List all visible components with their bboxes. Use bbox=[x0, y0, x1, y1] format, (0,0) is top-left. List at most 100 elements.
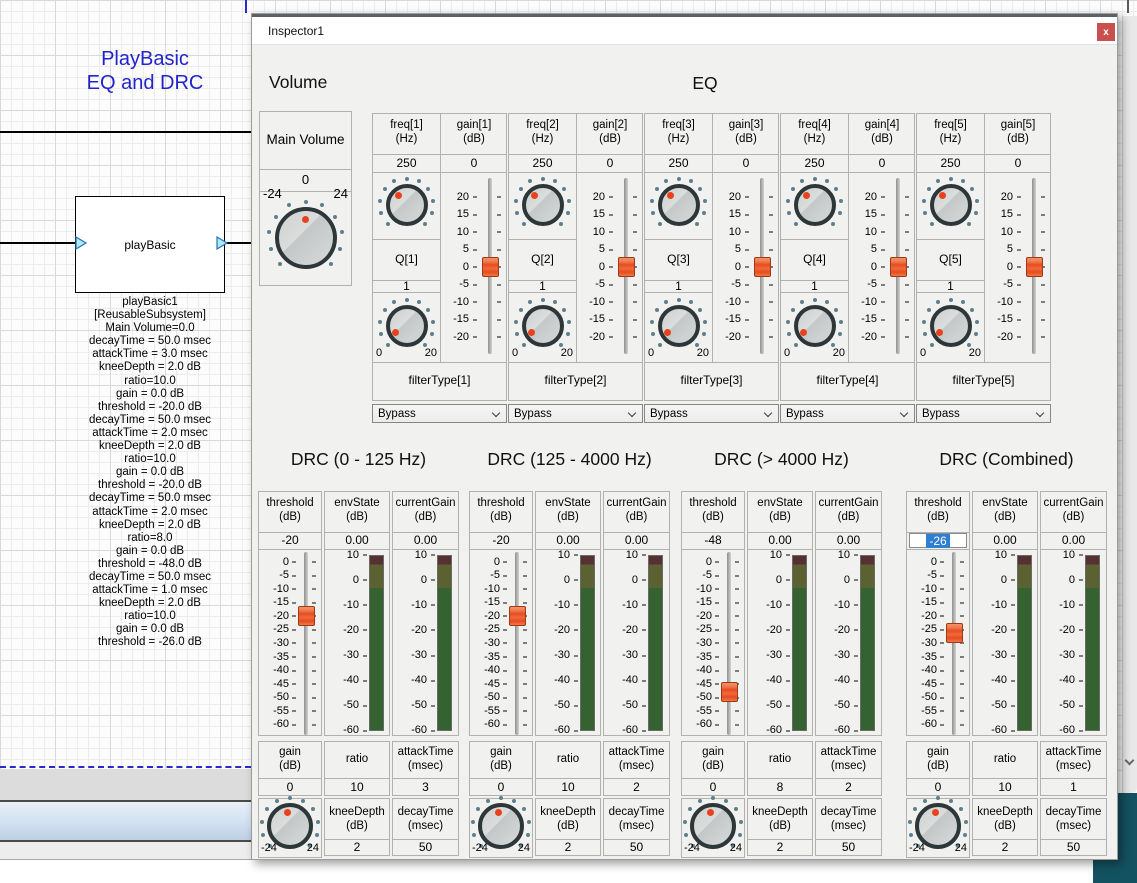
drc-decay-time-value[interactable]: 50 bbox=[604, 840, 669, 854]
main-volume-value[interactable]: 0 bbox=[260, 172, 351, 187]
eq-gain-label-line1: gain[4] bbox=[849, 119, 915, 133]
drc-threshold-slider-track[interactable] bbox=[727, 552, 731, 735]
knob-tick-dot bbox=[512, 799, 516, 803]
drc-knee-depth-value[interactable]: 2 bbox=[536, 840, 600, 854]
eq-gain-slider-scale-label: 20 bbox=[847, 191, 877, 204]
drc-currentGain-meter-tick bbox=[431, 629, 435, 631]
eq-freq-value[interactable]: 250 bbox=[509, 156, 576, 170]
eq-gain-slider-handle[interactable] bbox=[1026, 257, 1043, 277]
drc-envState-meter-bar bbox=[792, 555, 807, 731]
drc-attack-time-value[interactable]: 3 bbox=[393, 780, 458, 794]
filter-type-select[interactable]: Bypass bbox=[508, 404, 643, 423]
drc-decay-time-value[interactable]: 50 bbox=[393, 840, 458, 854]
vertical-scrollbar[interactable] bbox=[1122, 16, 1137, 793]
drc-attack-time-value[interactable]: 2 bbox=[816, 780, 881, 794]
eq-gain-slider-tick bbox=[1041, 231, 1045, 233]
eq-q-value[interactable]: 1 bbox=[917, 279, 984, 293]
filter-type-select[interactable]: Bypass bbox=[644, 404, 779, 423]
eq-gain-slider-tick bbox=[881, 266, 885, 268]
knob-tick-dot bbox=[695, 222, 699, 226]
drc-gain-value[interactable]: 0 bbox=[259, 780, 321, 794]
eq-freq-value[interactable]: 250 bbox=[373, 156, 440, 170]
drc-knee-depth-value[interactable]: 2 bbox=[973, 840, 1037, 854]
drc-threshold-value[interactable]: -20 bbox=[470, 533, 532, 547]
knob-indicator-dot bbox=[392, 329, 399, 336]
eq-freq-knob[interactable] bbox=[785, 175, 845, 235]
drc-decay-time-value[interactable]: 50 bbox=[816, 840, 881, 854]
horizontal-scrollbar[interactable] bbox=[0, 800, 251, 842]
drc-gain-value[interactable]: 0 bbox=[470, 780, 532, 794]
eq-q-value[interactable]: 1 bbox=[645, 279, 712, 293]
drc-threshold-label-line1: threshold bbox=[259, 497, 321, 511]
eq-q-value[interactable]: 1 bbox=[509, 279, 576, 293]
filter-type-select[interactable]: Bypass bbox=[916, 404, 1051, 423]
drc-envState-meter-bar bbox=[369, 555, 384, 731]
drc-threshold-slider-handle[interactable] bbox=[946, 623, 963, 643]
eq-gain-slider-tick bbox=[881, 249, 885, 251]
drc-ratio-value[interactable]: 10 bbox=[973, 780, 1037, 794]
eq-freq-knob[interactable] bbox=[377, 175, 437, 235]
eq-gain-slider-handle[interactable] bbox=[890, 257, 907, 277]
drc-threshold-value-edit[interactable]: -26 bbox=[909, 533, 967, 548]
drc-threshold-slider-handle[interactable] bbox=[721, 682, 738, 702]
eq-gain-value[interactable]: 0 bbox=[713, 156, 779, 170]
eq-group-3: freq[3](Hz)250Q[3]1020gain[3](dB)0201510… bbox=[644, 113, 779, 425]
knob-tick-dot bbox=[515, 332, 519, 336]
eq-gain-value[interactable]: 0 bbox=[441, 156, 507, 170]
drc-threshold-slider-handle[interactable] bbox=[509, 606, 526, 626]
eq-freq-value[interactable]: 250 bbox=[917, 156, 984, 170]
window-titlebar[interactable]: Inspector1 bbox=[252, 17, 1117, 45]
eq-gain-value[interactable]: 0 bbox=[849, 156, 915, 170]
filter-type-select[interactable]: Bypass bbox=[780, 404, 915, 423]
drc-ratio-value[interactable]: 10 bbox=[536, 780, 600, 794]
eq-freq-value[interactable]: 250 bbox=[645, 156, 712, 170]
drc-threshold-slider-track[interactable] bbox=[515, 552, 519, 735]
drc-threshold-slider-handle[interactable] bbox=[298, 606, 315, 626]
eq-freq-value[interactable]: 250 bbox=[781, 156, 848, 170]
eq-q-value[interactable]: 1 bbox=[373, 279, 440, 293]
eq-gain-slider-handle[interactable] bbox=[754, 257, 771, 277]
drc-envState-meter-scale-label: -40 bbox=[327, 674, 359, 687]
eq-gain-slider-tick bbox=[905, 301, 909, 303]
eq-gain-slider-scale-label: -5 bbox=[575, 278, 605, 291]
eq-gain-slider-handle[interactable] bbox=[482, 257, 499, 277]
eq-gain-slider-tick bbox=[745, 319, 749, 321]
drc-currentGain-label: currentGain(dB) bbox=[1041, 497, 1106, 524]
drc-threshold-slider-tick bbox=[960, 615, 964, 617]
main-volume-knob[interactable] bbox=[266, 198, 346, 278]
knob-tick-dot bbox=[683, 820, 687, 824]
eq-gain-slider-scale-label: -10 bbox=[711, 296, 741, 309]
drc-threshold-slider-track[interactable] bbox=[304, 552, 308, 735]
knob-tick-dot bbox=[514, 199, 518, 203]
eq-gain-slider-tick bbox=[1017, 196, 1021, 198]
drc-decay-time-value[interactable]: 50 bbox=[1041, 840, 1106, 854]
close-button[interactable]: x bbox=[1097, 23, 1115, 41]
drc-threshold-slider-scale-label: -15 bbox=[258, 596, 289, 609]
drc-knee-depth-value[interactable]: 2 bbox=[748, 840, 812, 854]
drc-attack-time-value[interactable]: 1 bbox=[1041, 780, 1106, 794]
drc-gain-value[interactable]: 0 bbox=[682, 780, 744, 794]
eq-gain-value[interactable]: 0 bbox=[985, 156, 1051, 170]
drc-envState-label-line1: envState bbox=[325, 497, 389, 511]
drc-threshold-value[interactable]: -48 bbox=[682, 533, 744, 547]
eq-q-value[interactable]: 1 bbox=[781, 279, 848, 293]
drc-gain-value[interactable]: 0 bbox=[907, 780, 969, 794]
drc-ratio-value[interactable]: 8 bbox=[748, 780, 812, 794]
drc-threshold-slider-track[interactable] bbox=[952, 552, 956, 735]
drc-threshold-value[interactable]: -20 bbox=[259, 533, 321, 547]
filter-type-select[interactable]: Bypass bbox=[372, 404, 507, 423]
eq-freq-knob[interactable] bbox=[921, 175, 981, 235]
eq-freq-knob[interactable] bbox=[649, 175, 709, 235]
drc-knee-depth-value[interactable]: 2 bbox=[325, 840, 389, 854]
eq-gain-slider-scale-label: 15 bbox=[711, 208, 741, 221]
eq-freq-knob[interactable] bbox=[513, 175, 573, 235]
drc-attack-time-value[interactable]: 2 bbox=[604, 780, 669, 794]
playbasic-block[interactable]: playBasic bbox=[75, 196, 225, 293]
knob-tick-dot bbox=[684, 833, 688, 837]
eq-gain-value[interactable]: 0 bbox=[577, 156, 643, 170]
drc-threshold-slider-tick bbox=[503, 642, 507, 644]
eq-gain-slider-handle[interactable] bbox=[618, 257, 635, 277]
drc-threshold-label-line1: threshold bbox=[470, 497, 532, 511]
drc-ratio-value[interactable]: 10 bbox=[325, 780, 389, 794]
drc-threshold-label: threshold(dB) bbox=[259, 497, 321, 524]
